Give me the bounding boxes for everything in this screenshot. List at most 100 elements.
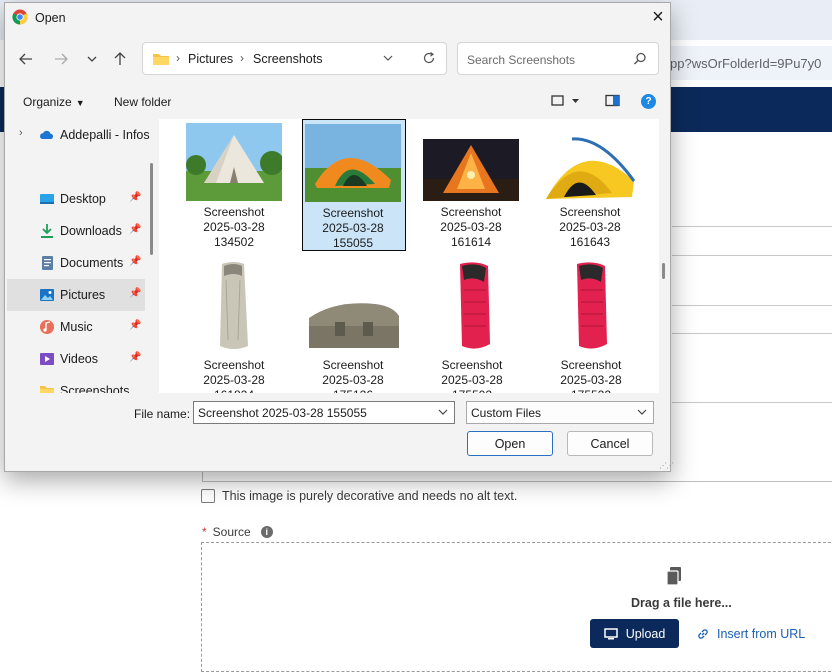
nav-item-videos[interactable]: Videos 📌	[7, 343, 145, 375]
form-divider	[672, 226, 832, 227]
close-icon[interactable]: ×	[649, 7, 667, 27]
recent-locations-chevron-icon[interactable]	[83, 50, 101, 68]
view-mode-icon[interactable]	[551, 94, 581, 108]
file-grid: Screenshot 2025-03-28 134502 Screenshot …	[159, 119, 659, 393]
decorative-checkbox-label: This image is purely decorative and need…	[222, 489, 518, 503]
file-name: Screenshot 2025-03-28 175522	[560, 358, 622, 393]
decorative-checkbox-row[interactable]: This image is purely decorative and need…	[201, 489, 517, 503]
file-tile[interactable]: Screenshot 2025-03-28 161824	[184, 256, 288, 393]
file-tile[interactable]: Screenshot 2025-03-28 161643	[540, 119, 644, 251]
preview-pane-icon[interactable]	[605, 94, 621, 108]
pin-icon[interactable]: 📌	[129, 256, 141, 267]
download-icon	[41, 224, 53, 238]
up-arrow-icon[interactable]	[111, 50, 129, 68]
nav-item-label: Music	[60, 320, 93, 334]
nav-item-label: Desktop	[60, 192, 106, 206]
source-label: Source	[212, 525, 251, 539]
file-grid-scrollbar[interactable]	[662, 263, 665, 279]
monitor-icon	[603, 627, 618, 639]
file-name: Screenshot 2025-03-28 175502	[441, 358, 503, 393]
pin-icon[interactable]: 📌	[129, 192, 141, 203]
navigation-pane: › Addepalli - Infos Desktop 📌 Downloads …	[5, 119, 155, 393]
address-url[interactable]: pp?wsOrFolderId=9Pu7y0	[670, 56, 821, 71]
new-folder-button[interactable]: New folder	[114, 95, 171, 109]
required-marker: *	[202, 525, 207, 539]
insert-from-url-link[interactable]: Insert from URL	[697, 627, 805, 641]
nav-item-screenshots[interactable]: Screenshots	[7, 375, 145, 393]
nav-item-downloads[interactable]: Downloads 📌	[7, 215, 145, 247]
cabin-tent-thumbnail	[305, 300, 401, 352]
resize-grip-icon[interactable]: ⋰⋰	[659, 461, 674, 470]
upload-button[interactable]: Upload	[590, 619, 679, 648]
file-tile-selected[interactable]: Screenshot 2025-03-28 155055	[302, 119, 406, 251]
breadcrumb-screenshots[interactable]: Screenshots	[253, 52, 322, 66]
dialog-title: Open	[35, 11, 66, 25]
open-button[interactable]: Open	[467, 431, 553, 456]
file-name: Screenshot 2025-03-28 161614	[440, 205, 502, 249]
file-name: Screenshot 2025-03-28 175126	[322, 358, 384, 393]
help-icon[interactable]: ?	[641, 94, 656, 109]
file-tile[interactable]: Screenshot 2025-03-28 161614	[421, 119, 525, 251]
file-tile[interactable]: Screenshot 2025-03-28 175126	[303, 256, 407, 393]
open-file-dialog: Open × › Pictures › Screenshots Search S…	[4, 2, 674, 472]
pin-icon[interactable]: 📌	[129, 352, 141, 363]
nav-item-label: Pictures	[60, 288, 106, 302]
file-tile[interactable]: Screenshot 2025-03-28 175502	[422, 256, 526, 393]
form-divider	[672, 305, 832, 306]
nav-item-onedrive[interactable]: › Addepalli - Infos	[7, 119, 150, 151]
breadcrumb-bar[interactable]: › Pictures › Screenshots	[142, 42, 447, 75]
chrome-icon	[12, 9, 28, 25]
pin-icon[interactable]: 📌	[129, 288, 141, 299]
file-name: Screenshot 2025-03-28 161824	[203, 358, 265, 393]
nav-item-music[interactable]: Music 📌	[7, 311, 145, 343]
pin-icon[interactable]: 📌	[129, 224, 141, 235]
nav-pane-scrollbar[interactable]	[150, 163, 153, 255]
chevron-down-icon[interactable]	[438, 405, 448, 419]
link-icon	[698, 629, 708, 639]
decorative-checkbox[interactable]	[201, 489, 215, 503]
red-sleeping-bag-thumbnail	[551, 260, 633, 352]
breadcrumb-pictures[interactable]: Pictures	[188, 52, 233, 66]
expand-chevron-icon[interactable]: ›	[19, 127, 23, 139]
breadcrumb-separator: ›	[176, 51, 180, 65]
file-tile[interactable]: Screenshot 2025-03-28 134502	[184, 119, 288, 251]
chevron-down-icon[interactable]	[383, 51, 393, 65]
file-name-input[interactable]: Screenshot 2025-03-28 155055	[193, 401, 455, 424]
organize-menu[interactable]: Organize ▼	[23, 95, 85, 109]
file-type-value: Custom Files	[471, 406, 542, 420]
pictures-icon	[40, 289, 54, 301]
back-arrow-icon[interactable]	[17, 50, 35, 68]
nav-item-label: Videos	[60, 352, 98, 366]
insert-from-url-label: Insert from URL	[717, 627, 806, 641]
red-sleeping-bag-thumbnail	[434, 260, 516, 352]
file-tile[interactable]: Screenshot 2025-03-28 175522	[541, 256, 645, 393]
file-dropzone[interactable]	[201, 542, 832, 672]
drag-file-text: Drag a file here...	[631, 596, 732, 610]
source-label-row: * Source i	[202, 525, 273, 539]
nav-item-documents[interactable]: Documents 📌	[7, 247, 145, 279]
nav-item-desktop[interactable]: Desktop 📌	[7, 183, 145, 215]
video-icon	[40, 353, 54, 365]
file-type-select[interactable]: Custom Files	[466, 401, 654, 424]
nav-item-pictures[interactable]: Pictures 📌	[7, 279, 145, 311]
music-icon	[40, 320, 54, 334]
nav-item-label: Downloads	[60, 224, 122, 238]
bell-tent-thumbnail	[186, 123, 282, 201]
onedrive-icon	[40, 130, 53, 139]
pin-icon[interactable]: 📌	[129, 320, 141, 331]
file-name: Screenshot 2025-03-28 155055	[322, 206, 384, 250]
nav-item-label: Addepalli - Infos	[60, 128, 150, 142]
search-icon[interactable]	[633, 52, 647, 66]
caret-down-icon: ▼	[75, 98, 85, 108]
cancel-button[interactable]: Cancel	[567, 431, 653, 456]
file-name: Screenshot 2025-03-28 134502	[203, 205, 265, 249]
forward-arrow-icon[interactable]	[52, 50, 70, 68]
refresh-icon[interactable]	[422, 51, 436, 65]
form-divider	[672, 255, 832, 256]
search-input[interactable]: Search Screenshots	[457, 42, 659, 75]
organize-label: Organize	[23, 95, 72, 109]
dialog-titlebar[interactable]	[5, 3, 670, 33]
nav-item-label: Documents	[60, 256, 124, 270]
info-icon[interactable]: i	[260, 526, 273, 538]
chevron-down-icon[interactable]	[637, 405, 647, 419]
